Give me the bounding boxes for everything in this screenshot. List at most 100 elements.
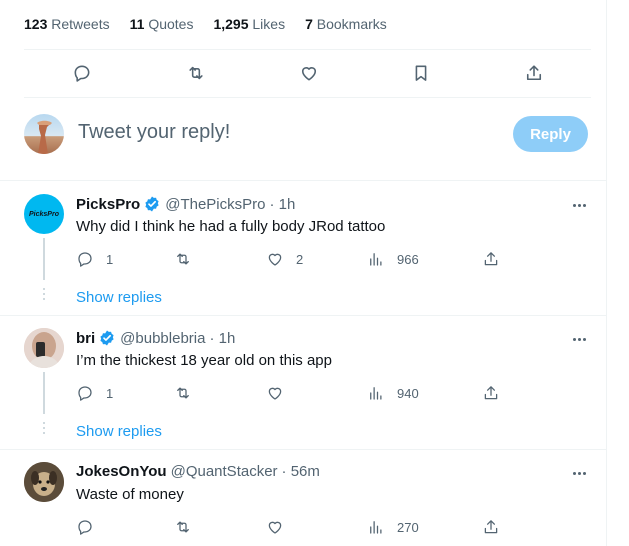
tweet-header: bri @bubblebria · 1h	[76, 329, 235, 347]
selfie-avatar-image	[24, 328, 64, 368]
like-icon	[268, 521, 282, 534]
share-icon	[484, 386, 498, 400]
like-icon	[268, 253, 282, 266]
thread-dots	[43, 422, 45, 437]
like-icon	[268, 387, 282, 400]
share-button[interactable]	[522, 61, 546, 85]
bookmark-icon	[415, 65, 427, 81]
share-button[interactable]	[482, 517, 500, 537]
share-icon	[526, 65, 542, 81]
dog-avatar-image	[24, 462, 64, 502]
author-handle[interactable]: @QuantStacker	[171, 463, 278, 480]
more-options-button[interactable]	[570, 330, 588, 348]
tweet-time[interactable]: · 56m	[282, 463, 320, 480]
reply-count: 1	[106, 251, 114, 267]
reply-submit-button[interactable]: Reply	[513, 116, 588, 152]
share-icon	[484, 520, 498, 534]
tweet-text: Waste of money	[76, 486, 184, 503]
reply-button[interactable]: 1	[76, 249, 113, 269]
likes-count: 1,295	[213, 16, 249, 32]
divider	[24, 97, 591, 98]
reply-button[interactable]	[76, 517, 94, 537]
share-icon	[484, 252, 498, 266]
author-handle[interactable]: @bubblebria	[120, 330, 205, 347]
avatar[interactable]	[24, 462, 64, 502]
views-button[interactable]: 966	[367, 249, 419, 269]
more-options-button[interactable]	[570, 464, 588, 482]
views-count: 966	[397, 251, 419, 267]
reply-count: 1	[106, 385, 114, 401]
tweet-time[interactable]: · 1h	[269, 196, 295, 213]
bookmarks-label: Bookmarks	[316, 16, 387, 32]
views-icon	[370, 387, 382, 400]
thread-line	[43, 238, 45, 280]
tweet-time[interactable]: · 1h	[209, 330, 235, 347]
reply-input[interactable]: Tweet your reply!	[78, 121, 230, 144]
user-avatar[interactable]	[24, 114, 64, 154]
quotes-stat[interactable]: 11 Quotes	[130, 16, 194, 32]
author-handle[interactable]: @ThePicksPro	[165, 196, 265, 213]
retweet-icon	[177, 521, 189, 533]
divider	[24, 49, 591, 50]
retweet-button[interactable]	[174, 383, 192, 403]
retweet-icon	[177, 387, 189, 399]
avatar[interactable]	[24, 328, 64, 368]
show-replies-link[interactable]: Show replies	[76, 423, 162, 440]
views-icon	[370, 521, 382, 534]
like-button[interactable]: 2	[266, 249, 303, 269]
views-button[interactable]: 940	[367, 383, 419, 403]
like-icon	[301, 67, 317, 81]
reply-button[interactable]: 1	[76, 383, 113, 403]
like-button[interactable]	[266, 383, 284, 403]
reply-icon	[78, 386, 92, 401]
reply-icon	[74, 65, 90, 82]
bookmark-button[interactable]	[409, 61, 433, 85]
like-button[interactable]	[266, 517, 284, 537]
divider	[0, 315, 607, 316]
avatar[interactable]: PicksPro	[24, 194, 64, 234]
retweet-button[interactable]	[184, 61, 208, 85]
reply-icon	[78, 520, 92, 535]
tweet-text: Why did I think he had a fully body JRod…	[76, 218, 386, 235]
views-count: 270	[397, 519, 419, 535]
author-name[interactable]: JokesOnYou	[76, 463, 167, 480]
author-name[interactable]: bri	[76, 330, 95, 347]
likes-stat[interactable]: 1,295 Likes	[213, 16, 285, 32]
views-button[interactable]: 270	[367, 517, 419, 537]
like-count: 2	[296, 251, 304, 267]
retweet-icon	[189, 66, 203, 80]
quotes-count: 11	[129, 16, 145, 32]
reply-button[interactable]	[70, 61, 94, 85]
engagement-stats: 123 Retweets 11 Quotes 1,295 Likes 7 Boo…	[24, 14, 407, 34]
show-replies-link[interactable]: Show replies	[76, 289, 162, 306]
quotes-label: Quotes	[148, 16, 194, 32]
views-count: 940	[397, 385, 419, 401]
retweets-stat[interactable]: 123 Retweets	[24, 16, 110, 32]
tweet-header: PicksPro @ThePicksPro · 1h	[76, 195, 295, 213]
reply-icon	[78, 252, 92, 267]
retweets-label: Retweets	[51, 16, 110, 32]
thread-dots	[43, 288, 45, 303]
divider	[0, 449, 607, 450]
more-options-button[interactable]	[570, 196, 588, 214]
verified-badge-icon	[145, 196, 159, 212]
author-name[interactable]: PicksPro	[76, 196, 140, 213]
avatar-logo-text: PicksPro	[29, 210, 59, 218]
views-icon	[370, 253, 382, 266]
verified-badge-icon	[100, 330, 114, 346]
retweet-button[interactable]	[174, 517, 192, 537]
bookmarks-stat[interactable]: 7 Bookmarks	[305, 16, 387, 32]
bookmarks-count: 7	[305, 16, 313, 32]
retweets-count: 123	[24, 16, 48, 32]
retweet-button[interactable]	[174, 249, 192, 269]
share-button[interactable]	[482, 249, 500, 269]
likes-label: Likes	[252, 16, 286, 32]
retweet-icon	[177, 253, 189, 265]
tweet-detail-panel: 123 Retweets 11 Quotes 1,295 Likes 7 Boo…	[0, 0, 607, 546]
like-button[interactable]	[297, 61, 321, 85]
share-button[interactable]	[482, 383, 500, 403]
thread-line	[43, 372, 45, 414]
tweet-header: JokesOnYou @QuantStacker · 56m	[76, 463, 320, 480]
divider	[0, 180, 607, 181]
rock-formation-avatar-image	[37, 120, 52, 154]
